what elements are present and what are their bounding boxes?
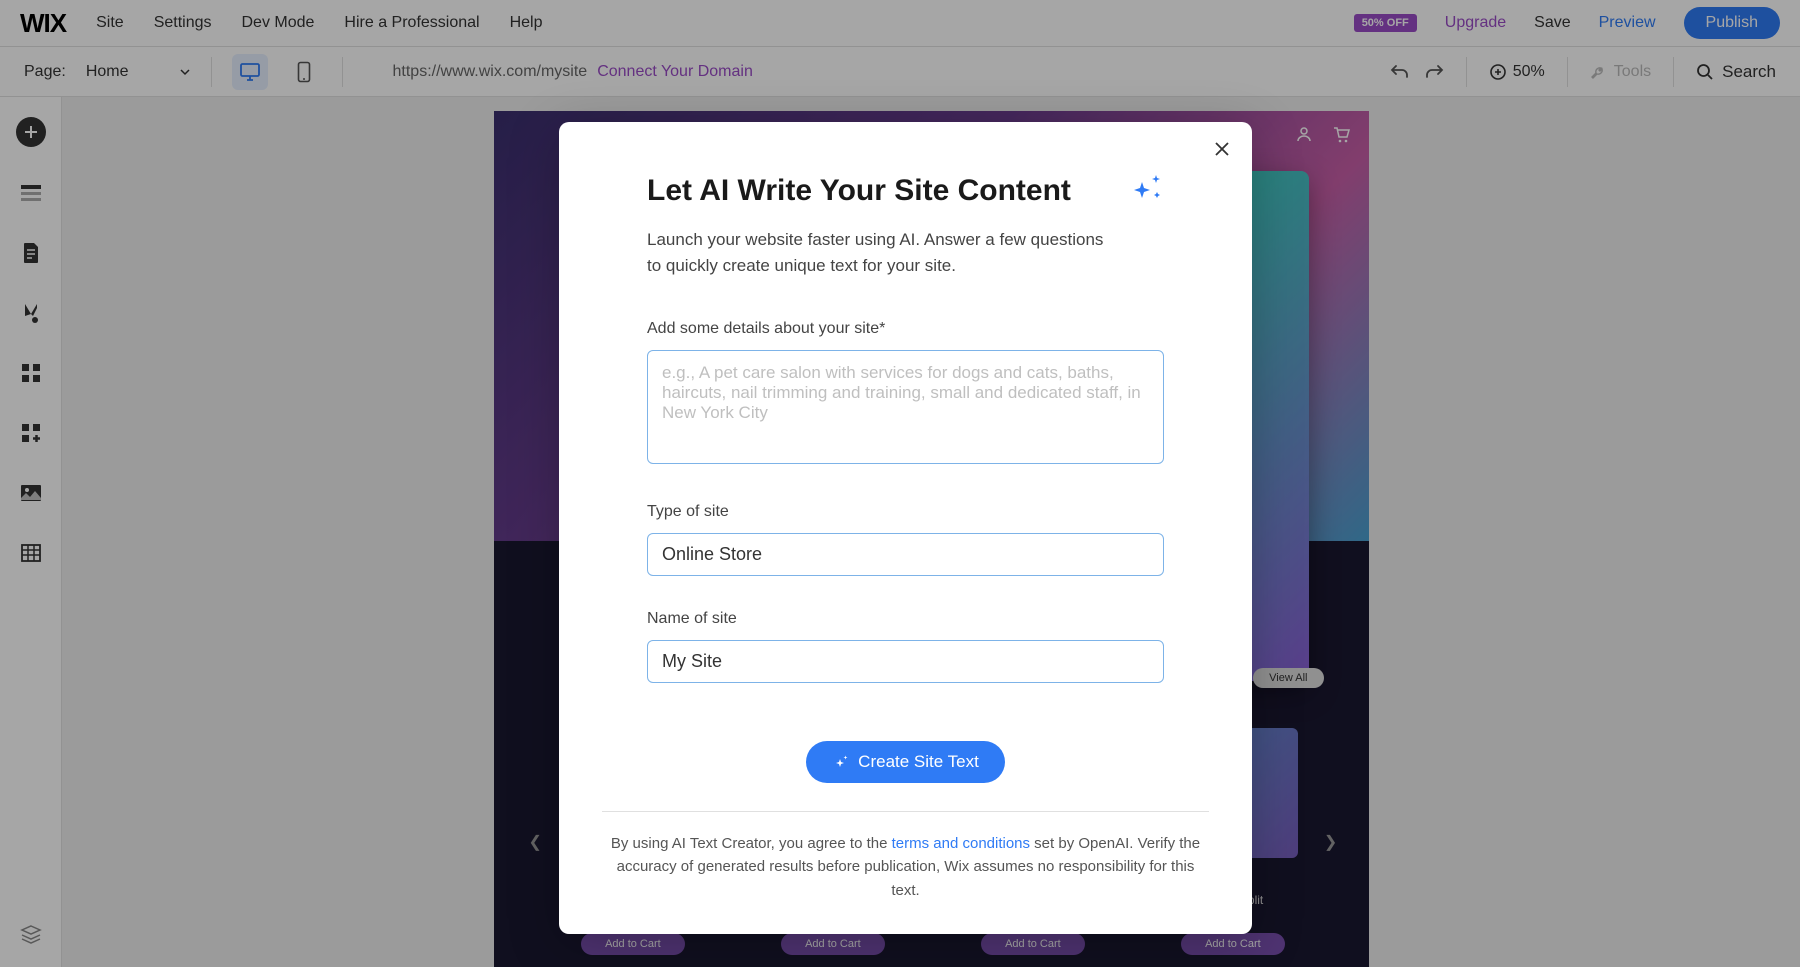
create-button-label: Create Site Text xyxy=(858,752,979,772)
sparkle-small-icon xyxy=(832,754,848,770)
name-label: Name of site xyxy=(647,610,1164,628)
modal-divider xyxy=(602,811,1209,812)
modal-footer: By using AI Text Creator, you agree to t… xyxy=(602,832,1209,902)
details-label: Add some details about your site* xyxy=(647,320,1164,338)
close-button[interactable] xyxy=(1214,140,1230,163)
ai-content-modal: Let AI Write Your Site Content Launch yo… xyxy=(559,122,1252,934)
close-icon xyxy=(1214,141,1230,157)
site-details-input[interactable] xyxy=(647,350,1164,464)
terms-link[interactable]: terms and conditions xyxy=(892,835,1030,852)
sparkle-icon xyxy=(1130,174,1164,209)
footer-text-pre: By using AI Text Creator, you agree to t… xyxy=(611,835,892,852)
create-site-text-button[interactable]: Create Site Text xyxy=(806,741,1005,783)
site-name-input[interactable] xyxy=(647,640,1164,683)
type-label: Type of site xyxy=(647,503,1164,521)
modal-description: Launch your website faster using AI. Ans… xyxy=(647,227,1117,278)
modal-title: Let AI Write Your Site Content xyxy=(647,174,1071,208)
modal-header: Let AI Write Your Site Content xyxy=(647,174,1164,209)
site-type-input[interactable] xyxy=(647,533,1164,576)
